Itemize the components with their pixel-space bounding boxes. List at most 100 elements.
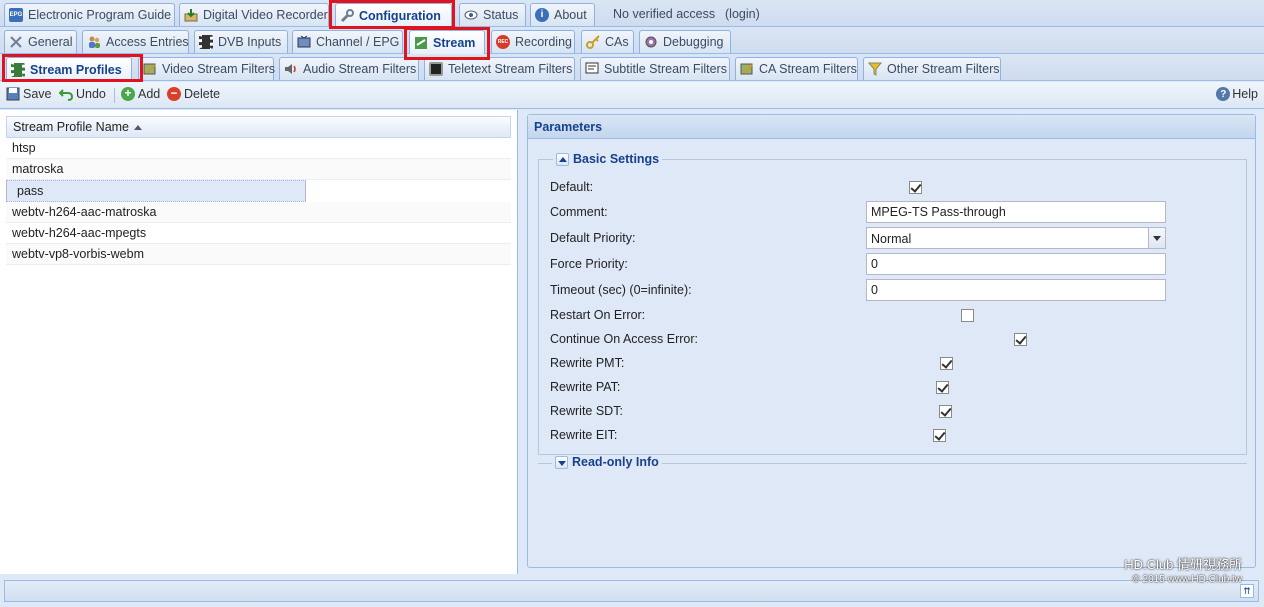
tab-other-stream-filters[interactable]: Other Stream Filters xyxy=(863,57,1001,80)
scroll-top-icon[interactable]: ⇈ xyxy=(1240,584,1254,598)
save-label: Save xyxy=(23,87,52,101)
tools-icon xyxy=(9,35,23,49)
tab-channel-epg[interactable]: Channel / EPG xyxy=(292,30,403,53)
subtitle-icon xyxy=(585,62,599,76)
tab-audio-stream-filters[interactable]: Audio Stream Filters xyxy=(279,57,419,80)
login-link[interactable]: (login) xyxy=(725,7,760,21)
tab-video-stream-filters[interactable]: Video Stream Filters xyxy=(138,57,275,80)
field-continue: Continue On Access Error: xyxy=(550,328,1027,350)
expand-icon[interactable] xyxy=(555,455,568,469)
tab-subtitle-stream-filters-label: Subtitle Stream Filters xyxy=(604,62,727,76)
table-row[interactable]: htsp xyxy=(6,138,511,159)
pat-checkbox[interactable] xyxy=(936,380,950,394)
tab-general-label: General xyxy=(28,35,73,49)
restart-checkbox[interactable] xyxy=(961,308,975,322)
default-checkbox[interactable] xyxy=(909,180,923,194)
tab-dvb-inputs[interactable]: DVB Inputs xyxy=(194,30,288,53)
stream-icon xyxy=(414,36,428,50)
field-restart: Restart On Error: xyxy=(550,304,975,326)
tab-stream-profiles-label: Stream Profiles xyxy=(30,62,122,77)
tab-access-entries-label: Access Entries xyxy=(106,35,189,49)
tab-stream-label: Stream xyxy=(433,35,476,50)
collapse-icon[interactable] xyxy=(556,152,569,166)
field-label: Rewrite PAT: xyxy=(550,380,621,394)
help-button[interactable]: ? Help xyxy=(1216,87,1258,101)
continue-checkbox[interactable] xyxy=(1013,332,1027,346)
basic-settings-fieldset: Basic Settings Default: Comment: Default… xyxy=(538,152,1247,455)
table-row[interactable]: matroska xyxy=(6,159,511,180)
help-label: Help xyxy=(1232,87,1258,101)
delete-icon: − xyxy=(167,87,181,101)
tab-debugging-label: Debugging xyxy=(663,35,724,49)
table-row-selected[interactable]: pass xyxy=(6,180,306,202)
tab-recording[interactable]: REC Recording xyxy=(491,30,575,53)
sort-ascending-icon xyxy=(134,124,143,130)
force-priority-input[interactable] xyxy=(866,253,1166,275)
field-label: Default: xyxy=(550,180,594,194)
readonly-info-legend[interactable]: Read-only Info xyxy=(552,455,662,469)
table-row[interactable]: webtv-h264-aac-mpegts xyxy=(6,223,511,244)
row-cell: htsp xyxy=(12,141,36,155)
tab-stream-profiles[interactable]: Stream Profiles xyxy=(6,57,132,81)
field-label: Timeout (sec) (0=infinite): xyxy=(550,283,692,297)
tab-general[interactable]: General xyxy=(4,30,77,53)
undo-button[interactable]: Undo xyxy=(58,87,106,101)
field-timeout: Timeout (sec) (0=infinite): xyxy=(550,279,1166,301)
speaker-icon xyxy=(284,62,298,76)
eit-checkbox[interactable] xyxy=(933,428,947,442)
wrench-icon xyxy=(340,8,354,23)
field-pmt: Rewrite PMT: xyxy=(550,352,954,374)
table-row[interactable]: webtv-vp8-vorbis-webm xyxy=(6,244,511,265)
tab-epg-label: Electronic Program Guide xyxy=(28,8,172,22)
row-cell: matroska xyxy=(12,162,64,176)
row-cell: webtv-h264-aac-mpegts xyxy=(12,226,147,240)
save-button[interactable]: Save xyxy=(6,87,52,101)
sdt-checkbox[interactable] xyxy=(938,404,952,418)
tab-teletext-stream-filters-label: Teletext Stream Filters xyxy=(448,62,573,76)
add-button[interactable]: + Add xyxy=(121,87,160,101)
tab-debugging[interactable]: Debugging xyxy=(639,30,731,53)
watermark-line1: HD.Club 情研視務所 xyxy=(1124,557,1242,572)
basic-settings-legend[interactable]: Basic Settings xyxy=(553,152,663,166)
ca-filter-icon xyxy=(740,62,754,76)
field-label: Comment: xyxy=(550,205,608,219)
undo-icon xyxy=(58,87,74,101)
field-eit: Rewrite EIT: xyxy=(550,424,947,446)
stream-tab-bar: Stream Profiles Video Stream Filters Aud… xyxy=(0,54,1264,81)
chevron-down-icon[interactable] xyxy=(1148,228,1165,248)
film-strip-icon xyxy=(11,62,25,77)
table-row[interactable]: webtv-h264-aac-matroska xyxy=(6,202,511,223)
tab-access-entries[interactable]: Access Entries xyxy=(82,30,189,53)
tab-dvr-label: Digital Video Recorder xyxy=(203,8,328,22)
tab-status[interactable]: Status xyxy=(459,3,526,26)
readonly-info-fieldset: Read-only Info xyxy=(538,455,1247,469)
field-label: Rewrite EIT: xyxy=(550,428,618,442)
field-label: Rewrite PMT: xyxy=(550,356,625,370)
tab-ca-stream-filters[interactable]: CA Stream Filters xyxy=(735,57,858,80)
tab-stream[interactable]: Stream xyxy=(409,30,485,54)
priority-select[interactable]: Normal xyxy=(866,227,1166,249)
field-force-priority: Force Priority: xyxy=(550,253,1166,275)
video-filter-icon xyxy=(143,62,157,76)
tab-configuration[interactable]: Configuration xyxy=(335,3,452,27)
tab-about[interactable]: i About xyxy=(530,3,595,26)
tab-subtitle-stream-filters[interactable]: Subtitle Stream Filters xyxy=(580,57,730,80)
pmt-checkbox[interactable] xyxy=(940,356,954,370)
epg-icon: EPG xyxy=(9,8,23,22)
tab-teletext-stream-filters[interactable]: Teletext Stream Filters xyxy=(424,57,575,80)
tab-dvr[interactable]: Digital Video Recorder xyxy=(179,3,329,26)
key-icon xyxy=(586,35,600,49)
teletext-icon xyxy=(429,62,443,76)
add-icon: + xyxy=(121,87,135,101)
bug-icon xyxy=(644,35,658,49)
dvr-icon xyxy=(184,8,198,22)
tab-about-label: About xyxy=(554,8,587,22)
tab-cas[interactable]: CAs xyxy=(581,30,634,53)
timeout-input[interactable] xyxy=(866,279,1166,301)
column-header-name[interactable]: Stream Profile Name xyxy=(6,116,511,138)
comment-input[interactable] xyxy=(866,201,1166,223)
tab-dvb-inputs-label: DVB Inputs xyxy=(218,35,282,49)
tab-epg[interactable]: EPG Electronic Program Guide xyxy=(4,3,175,26)
delete-button[interactable]: − Delete xyxy=(167,87,220,101)
tab-ca-stream-filters-label: CA Stream Filters xyxy=(759,62,857,76)
